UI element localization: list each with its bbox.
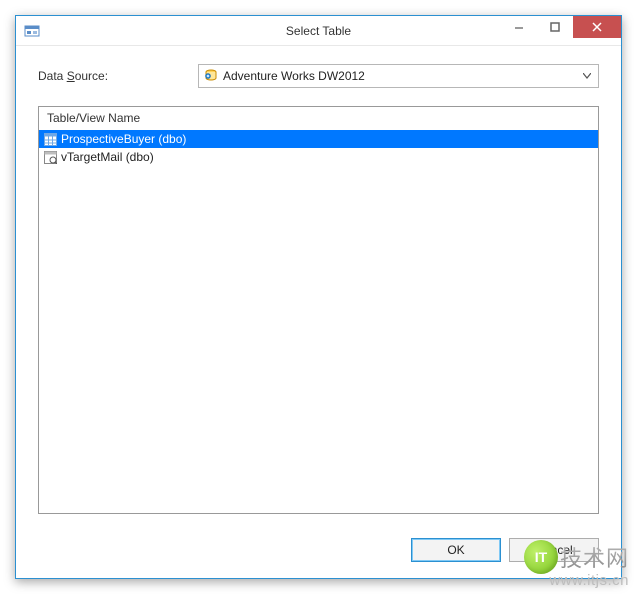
app-icon: [24, 23, 40, 39]
list-item-label: vTargetMail (dbo): [61, 150, 154, 164]
close-button[interactable]: [573, 16, 621, 38]
datasource-icon: [203, 68, 219, 84]
list-item-label: ProspectiveBuyer (dbo): [61, 132, 186, 146]
view-icon: [43, 150, 57, 164]
list-header: Table/View Name: [39, 107, 598, 130]
dialog-window: Select Table Data Source:: [15, 15, 622, 579]
list-item[interactable]: vTargetMail (dbo): [39, 148, 598, 166]
label-text: ource:: [75, 69, 108, 83]
table-icon: [43, 132, 57, 146]
dialog-buttons: OK Cancel: [16, 524, 621, 578]
cancel-button[interactable]: Cancel: [509, 538, 599, 562]
list-item[interactable]: ProspectiveBuyer (dbo): [39, 130, 598, 148]
minimize-button[interactable]: [501, 16, 537, 38]
combobox-value: Adventure Works DW2012: [223, 69, 580, 83]
titlebar: Select Table: [16, 16, 621, 46]
maximize-button[interactable]: [537, 16, 573, 38]
window-controls: [501, 16, 621, 45]
data-source-label: Data Source:: [38, 69, 198, 83]
data-source-row: Data Source: Adventure Works DW2012: [38, 64, 599, 88]
data-source-combobox[interactable]: Adventure Works DW2012: [198, 64, 599, 88]
label-accelerator: S: [67, 69, 75, 83]
chevron-down-icon: [580, 71, 594, 81]
ok-button[interactable]: OK: [411, 538, 501, 562]
dialog-content: Data Source: Adventure Works DW2012: [16, 46, 621, 524]
table-list[interactable]: Table/View Name ProspectiveBuyer (dbo) vT…: [38, 106, 599, 514]
list-body: ProspectiveBuyer (dbo) vTargetMail (dbo): [39, 130, 598, 513]
label-text: Data: [38, 69, 67, 83]
